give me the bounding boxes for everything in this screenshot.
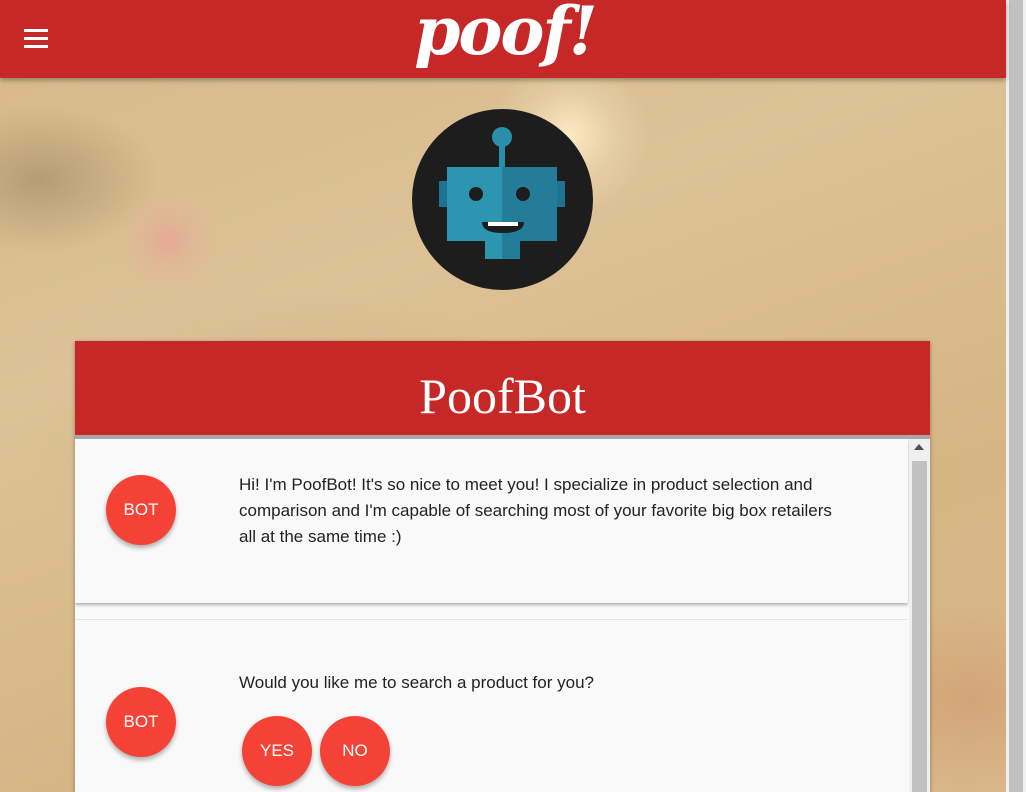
scroll-up-arrow-icon[interactable] [914, 444, 924, 450]
chat-header: PoofBot [75, 341, 930, 439]
page-scrollbar-thumb[interactable] [1009, 0, 1023, 792]
chat-messages[interactable]: BOT Hi! I'm PoofBot! It's so nice to mee… [75, 439, 930, 792]
robot-icon [412, 109, 593, 290]
yes-button[interactable]: YES [242, 716, 312, 786]
page-scrollbar[interactable] [1006, 0, 1026, 792]
message-text: Would you like me to search a product fo… [239, 673, 594, 692]
hamburger-menu-icon[interactable] [20, 24, 52, 54]
chat-card: PoofBot BOT Hi! I'm PoofBot! It's so nic… [75, 341, 930, 792]
chat-message: BOT Would you like me to search a produc… [75, 619, 908, 792]
chat-title: PoofBot [419, 368, 586, 424]
no-button[interactable]: NO [320, 716, 390, 786]
chat-message: BOT Hi! I'm PoofBot! It's so nice to mee… [75, 439, 908, 603]
poof-logo[interactable]: poof! [380, 0, 630, 70]
top-navigation-bar: poof! [0, 0, 1006, 78]
chat-scrollbar[interactable] [909, 439, 930, 792]
bot-avatar: BOT [106, 475, 176, 545]
message-text: Hi! I'm PoofBot! It's so nice to meet yo… [239, 475, 832, 546]
chat-scrollbar-thumb[interactable] [912, 461, 927, 792]
bot-avatar: BOT [106, 687, 176, 757]
logo-text: poof! [414, 0, 598, 70]
